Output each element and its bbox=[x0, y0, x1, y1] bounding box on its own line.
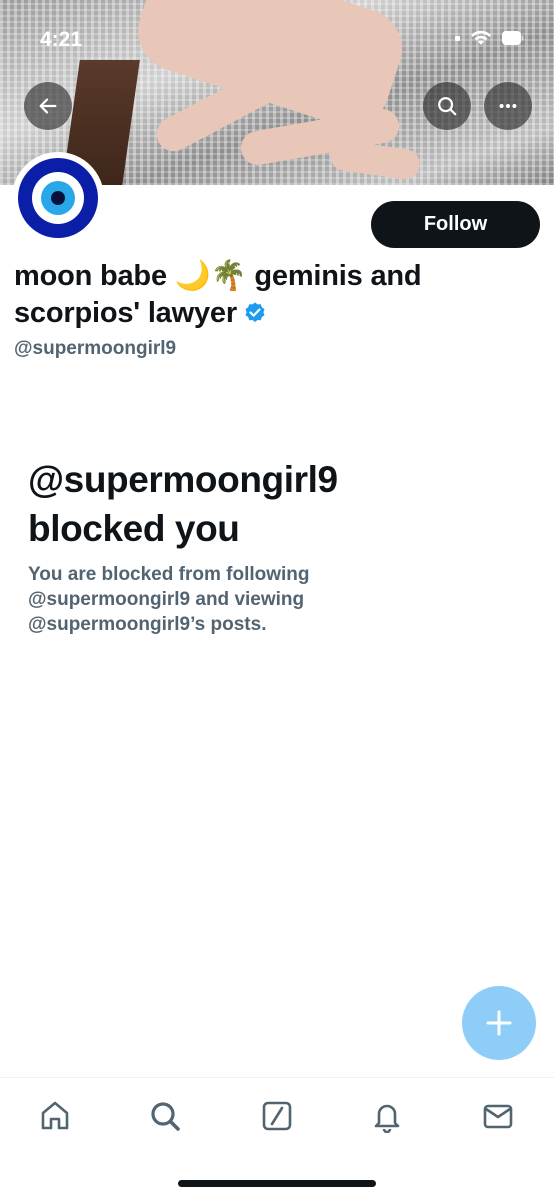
home-icon bbox=[41, 1101, 69, 1130]
compose-button[interactable] bbox=[462, 986, 536, 1060]
home-indicator bbox=[178, 1180, 376, 1187]
blocked-description: You are blocked from following @supermoo… bbox=[28, 562, 408, 637]
status-icons bbox=[455, 30, 524, 46]
profile-handle: @supermoongirl9 bbox=[14, 338, 177, 359]
blocked-title-line1: @supermoongirl9 bbox=[28, 459, 338, 500]
battery-icon bbox=[502, 31, 524, 45]
tab-grok[interactable] bbox=[257, 1096, 297, 1136]
more-button[interactable] bbox=[484, 82, 532, 130]
plus-icon bbox=[486, 1010, 512, 1036]
blocked-desc-line2: @supermoongirl9 and viewing bbox=[28, 589, 305, 610]
tab-home[interactable] bbox=[35, 1096, 75, 1136]
evil-eye-icon bbox=[18, 158, 98, 238]
wifi-icon bbox=[470, 30, 492, 46]
blocked-title-line2: blocked you bbox=[28, 508, 240, 549]
display-name: moon babe 🌙🌴 geminis and scorpios' lawye… bbox=[14, 258, 474, 335]
search-button[interactable] bbox=[423, 82, 471, 130]
more-icon bbox=[499, 103, 517, 109]
banner-finger bbox=[328, 138, 422, 182]
tab-messages[interactable] bbox=[478, 1096, 518, 1136]
display-name-line1: moon babe 🌙🌴 geminis and bbox=[14, 260, 422, 292]
signal-icon bbox=[455, 35, 460, 41]
display-name-line2-row: scorpios' lawyer bbox=[14, 295, 474, 335]
blocked-desc-line1: You are blocked from following bbox=[28, 564, 310, 585]
status-time: 4:21 bbox=[40, 28, 83, 51]
grok-icon bbox=[262, 1101, 292, 1131]
follow-button[interactable]: Follow bbox=[371, 201, 540, 248]
search-icon bbox=[438, 97, 457, 116]
search-icon bbox=[151, 1102, 180, 1131]
bell-icon bbox=[374, 1104, 400, 1133]
blocked-desc-line3: @supermoongirl9’s posts. bbox=[28, 614, 267, 635]
avatar[interactable] bbox=[12, 152, 104, 244]
mail-icon bbox=[483, 1104, 513, 1129]
verified-badge-icon bbox=[243, 298, 267, 335]
back-button[interactable] bbox=[24, 82, 72, 130]
blocked-title: @supermoongirl9 blocked you bbox=[28, 455, 468, 553]
display-name-line2: scorpios' lawyer bbox=[14, 297, 237, 329]
tab-search[interactable] bbox=[145, 1096, 185, 1136]
arrow-left-icon bbox=[39, 98, 57, 114]
tab-notifications[interactable] bbox=[367, 1096, 407, 1136]
